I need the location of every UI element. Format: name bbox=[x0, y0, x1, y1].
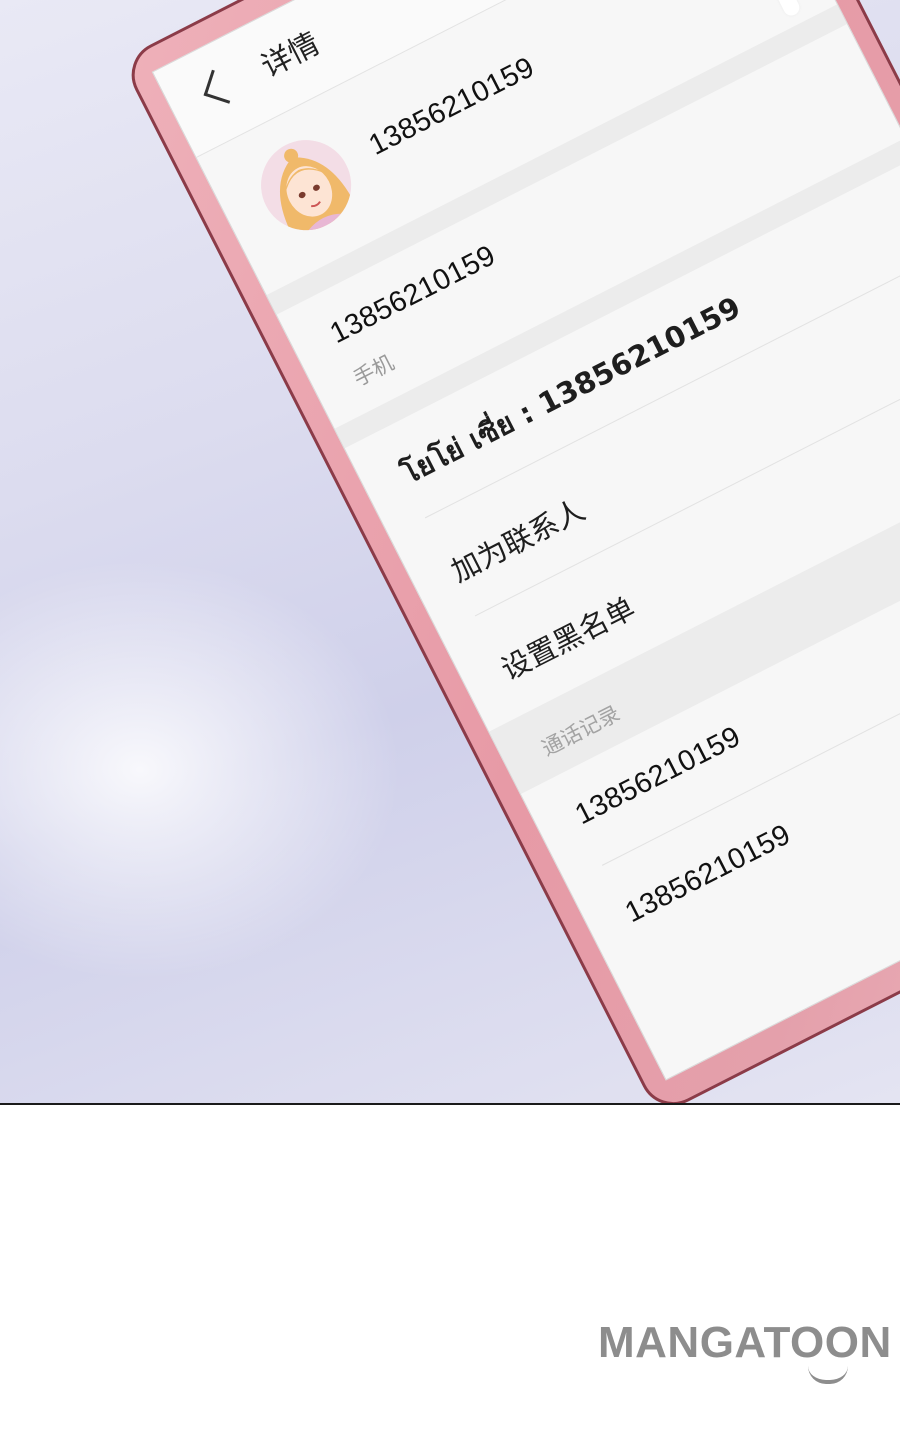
page-title: 详情 bbox=[255, 26, 326, 85]
background-glow bbox=[0, 560, 400, 980]
top-bar: 详情 bbox=[153, 0, 768, 158]
call-log-entry[interactable]: 13856210159 bbox=[620, 819, 796, 930]
mangatoon-logo: MANGATOON bbox=[598, 1318, 892, 1367]
avatar-portrait-icon bbox=[245, 124, 367, 246]
scrollbar[interactable] bbox=[715, 0, 803, 19]
back-arrow-icon[interactable] bbox=[203, 69, 238, 104]
phone-number-type: 手机 bbox=[349, 350, 398, 391]
comic-panel: 详情 13856210159 13856210159 手机 โยโย่ เซี่… bbox=[0, 0, 900, 1105]
add-contact-button[interactable]: 加为联系人 bbox=[443, 487, 591, 590]
contact-name-number: 13856210159 bbox=[363, 51, 540, 162]
avatar[interactable] bbox=[245, 124, 367, 246]
logo-smile-mark bbox=[808, 1366, 848, 1384]
